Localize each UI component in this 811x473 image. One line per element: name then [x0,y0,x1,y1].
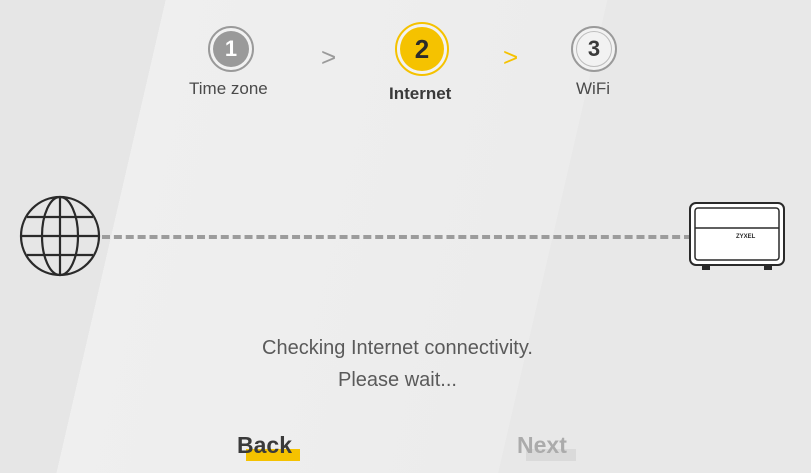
router-icon: ZYXEL [689,202,785,270]
next-button[interactable]: Next [517,432,576,461]
step-1-label: Time zone [189,79,268,98]
back-button[interactable]: Back [237,432,300,461]
connection-line [102,235,692,239]
globe-icon [19,195,101,277]
step-2-label: Internet [389,84,452,103]
step-2-circle: 2 [400,27,444,71]
status-message: Checking Internet connectivity. [262,337,533,359]
next-button-label: Next [517,432,567,458]
step-separator-1: > [321,42,337,72]
step-1-ring: 1 [208,26,254,72]
step-2-ring: 2 [395,22,449,76]
step-3-circle: 3 [576,31,612,67]
status-wait-message: Please wait... [338,369,457,391]
step-3-ring: 3 [571,26,617,72]
router-brand: ZYXEL [736,234,756,240]
back-button-label: Back [237,432,292,458]
step-3-label: WiFi [576,79,610,98]
step-separator-2: > [503,42,519,72]
step-1-circle: 1 [213,31,249,67]
